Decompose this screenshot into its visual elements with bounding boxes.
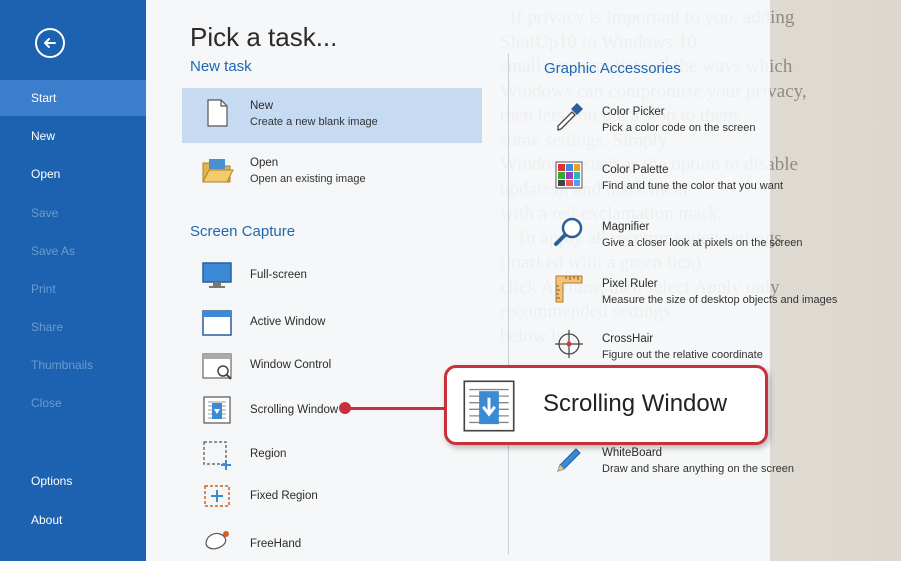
pen-icon <box>557 448 581 472</box>
task-title: Active Window <box>250 316 326 328</box>
task-title: Color Palette <box>602 164 669 176</box>
sidebar-item-start[interactable]: Start <box>0 80 146 116</box>
new-document-icon <box>207 99 228 127</box>
window-icon <box>202 310 232 336</box>
sidebar-item-share[interactable]: Share <box>0 309 146 345</box>
task-title: Region <box>250 448 287 460</box>
task-title: Scrolling Window <box>250 404 339 416</box>
monitor-icon <box>202 262 232 288</box>
task-title: WhiteBoard <box>602 447 663 459</box>
sidebar-item-thumbnails[interactable]: Thumbnails <box>0 347 146 383</box>
section-heading-new-task: New task <box>190 58 252 75</box>
task-title: Full-screen <box>250 269 307 281</box>
callout-label: Scrolling Window <box>543 390 728 417</box>
sidebar-item-open[interactable]: Open <box>0 156 146 192</box>
freehand-icon <box>205 531 229 550</box>
arrow-left-icon <box>44 38 56 48</box>
back-button[interactable] <box>35 28 65 58</box>
task-title: Fixed Region <box>250 490 318 502</box>
task-title: Window Control <box>250 359 332 371</box>
sidebar-item-close[interactable]: Close <box>0 385 146 421</box>
sidebar: Start New Open Save Save As Print Share … <box>0 0 146 561</box>
task-description: Figure out the relative coordinate <box>602 349 763 361</box>
scrolling-window-icon <box>203 396 231 424</box>
task-description: Pick a color code on the screen <box>602 122 756 134</box>
task-title: Open <box>250 157 279 169</box>
task-title: Pixel Ruler <box>602 278 658 290</box>
window-control-icon <box>202 353 232 380</box>
callout-pointer-dot <box>339 402 351 414</box>
fixed-region-icon <box>204 485 230 507</box>
section-heading-screen-capture: Screen Capture <box>190 223 296 240</box>
page-title: Pick a task... <box>190 22 338 52</box>
task-title: New <box>250 100 274 112</box>
column-divider <box>508 54 509 554</box>
scrolling-window-icon <box>463 380 515 432</box>
app-window: Start New Open Save Save As Print Share … <box>0 0 837 561</box>
section-heading-graphic-accessories: Graphic Accessories <box>544 60 681 77</box>
task-title: Magnifier <box>602 221 650 233</box>
region-icon <box>203 441 231 470</box>
task-title: CrossHair <box>602 333 654 345</box>
callout-pointer-line <box>345 407 445 410</box>
task-title: FreeHand <box>250 538 302 550</box>
sidebar-item-about[interactable]: About <box>0 502 146 538</box>
task-title: Color Picker <box>602 106 665 118</box>
task-panel: Pick a task... New task New Create a new… <box>146 0 837 561</box>
task-description: Draw and share anything on the screen <box>602 463 795 475</box>
ruler-icon <box>555 275 583 303</box>
sidebar-item-print[interactable]: Print <box>0 271 146 307</box>
sidebar-item-save[interactable]: Save <box>0 195 146 231</box>
crosshair-icon <box>555 330 583 358</box>
task-description: Create a new blank image <box>250 116 378 128</box>
task-description: Open an existing image <box>250 173 366 185</box>
sidebar-item-new[interactable]: New <box>0 118 146 154</box>
task-description: Find and tune the color that you want <box>602 180 784 192</box>
sidebar-item-save-as[interactable]: Save As <box>0 233 146 269</box>
palette-icon <box>555 161 583 189</box>
callout-box: Scrolling Window <box>444 365 768 445</box>
task-description: Give a closer look at pixels on the scre… <box>602 237 803 249</box>
sidebar-item-options[interactable]: Options <box>0 463 146 499</box>
eyedropper-icon <box>557 103 583 131</box>
task-description: Measure the size of desktop objects and … <box>602 294 838 306</box>
open-folder-icon <box>202 159 234 183</box>
magnifier-icon <box>554 217 583 246</box>
